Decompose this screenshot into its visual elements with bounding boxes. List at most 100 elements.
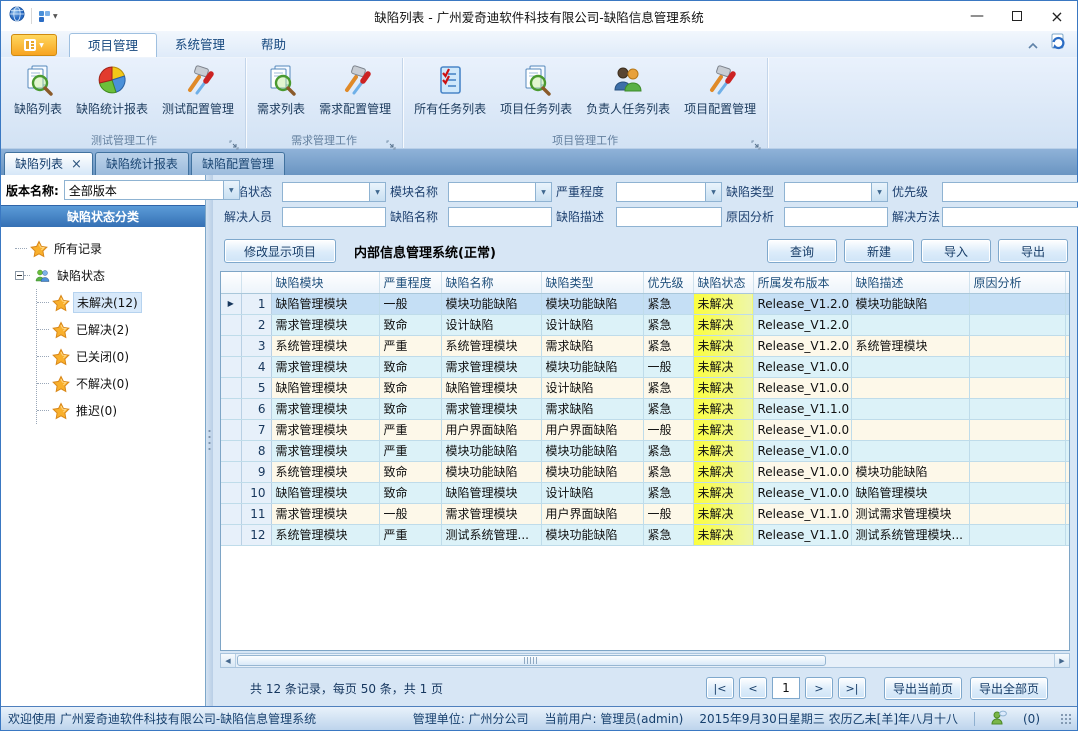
cell-col5[interactable]: 未解决	[693, 398, 753, 419]
row-number-cell[interactable]: 6	[241, 398, 271, 419]
cell-col1[interactable]: 严重	[379, 524, 441, 545]
scroll-left-icon[interactable]: ◀	[221, 654, 236, 667]
dialog-launcher-icon[interactable]	[386, 135, 396, 145]
cell-col0[interactable]: 系统管理模块	[271, 335, 379, 356]
new-button[interactable]: 新建	[844, 239, 914, 263]
modify-display-items-button[interactable]: 修改显示项目	[224, 239, 336, 263]
cell-col1[interactable]: 致命	[379, 377, 441, 398]
cell-col6[interactable]: Release_V1.1.0	[753, 398, 851, 419]
cell-col6[interactable]: Release_V1.0.0	[753, 482, 851, 503]
cell-col1[interactable]: 致命	[379, 461, 441, 482]
cell-col1[interactable]: 致命	[379, 398, 441, 419]
cell-col0[interactable]: 缺陷管理模块	[271, 482, 379, 503]
cell-col1[interactable]: 致命	[379, 356, 441, 377]
ribbon-tab-project-mgmt[interactable]: 项目管理	[69, 33, 157, 57]
maximize-button[interactable]	[997, 1, 1037, 31]
cell-col2[interactable]: 用户界面缺陷	[441, 419, 541, 440]
row-indicator-cell[interactable]	[221, 398, 241, 419]
filter-priority-input[interactable]	[943, 183, 1078, 201]
row-indicator-cell[interactable]	[221, 356, 241, 377]
table-row[interactable]: 3系统管理模块严重系统管理模块需求缺陷紧急未解决Release_V1.2.0系统…	[221, 335, 1070, 356]
cell-col1[interactable]: 严重	[379, 419, 441, 440]
cell-col4[interactable]: 紧急	[643, 440, 693, 461]
cell-col7[interactable]	[851, 356, 969, 377]
cell-col0[interactable]: 缺陷管理模块	[271, 293, 379, 314]
filter-module-name-combobox[interactable]: ▼	[448, 182, 552, 202]
cell-col7[interactable]: 缺陷管理模块	[851, 482, 969, 503]
cell-col1[interactable]: 严重	[379, 440, 441, 461]
row-number-cell[interactable]: 8	[241, 440, 271, 461]
row-indicator-cell[interactable]	[221, 524, 241, 545]
cell-col0[interactable]: 系统管理模块	[271, 461, 379, 482]
cell-col9[interactable]	[1065, 482, 1070, 503]
cell-col0[interactable]: 需求管理模块	[271, 419, 379, 440]
minimize-button[interactable]: —	[957, 1, 997, 31]
cell-col8[interactable]	[969, 314, 1065, 335]
filter-resolver-field[interactable]	[282, 207, 386, 227]
column-header-9[interactable]: 解决方法	[1065, 272, 1070, 293]
cell-col2[interactable]: 需求管理模块	[441, 503, 541, 524]
filter-defect-type-combobox[interactable]: ▼	[784, 182, 888, 202]
export-button[interactable]: 导出	[998, 239, 1068, 263]
close-tab-icon[interactable]: ×	[71, 158, 82, 171]
filter-defect-type-input[interactable]	[785, 183, 871, 201]
combo-dropdown-button[interactable]: ▼	[535, 183, 551, 201]
cell-col3[interactable]: 设计缺陷	[541, 482, 643, 503]
cell-col1[interactable]: 一般	[379, 503, 441, 524]
cell-col3[interactable]: 用户界面缺陷	[541, 503, 643, 524]
row-indicator-cell[interactable]: ▶	[221, 293, 241, 314]
cell-col3[interactable]: 设计缺陷	[541, 377, 643, 398]
cell-col5[interactable]: 未解决	[693, 524, 753, 545]
cell-col5[interactable]: 未解决	[693, 356, 753, 377]
sidebar-splitter[interactable]	[206, 175, 213, 706]
filter-severity-input[interactable]	[617, 183, 705, 201]
column-header-6[interactable]: 所属发布版本	[753, 272, 851, 293]
ribbon-button-test-config-mgmt[interactable]: 测试配置管理	[155, 61, 241, 131]
cell-col4[interactable]: 紧急	[643, 335, 693, 356]
cell-col6[interactable]: Release_V1.0.0	[753, 356, 851, 377]
row-number-cell[interactable]: 3	[241, 335, 271, 356]
cell-col4[interactable]: 紧急	[643, 524, 693, 545]
document-tab-defect-stats-report[interactable]: 缺陷统计报表	[95, 152, 189, 175]
cell-col8[interactable]	[969, 335, 1065, 356]
cell-col3[interactable]: 需求缺陷	[541, 398, 643, 419]
cell-col0[interactable]: 需求管理模块	[271, 314, 379, 335]
cell-col4[interactable]: 紧急	[643, 314, 693, 335]
cell-col6[interactable]: Release_V1.2.0	[753, 314, 851, 335]
scrollbar-thumb[interactable]	[237, 655, 826, 666]
cell-col8[interactable]	[969, 293, 1065, 314]
row-number-cell[interactable]: 9	[241, 461, 271, 482]
version-input[interactable]	[65, 181, 223, 199]
row-indicator-cell[interactable]	[221, 440, 241, 461]
cell-col5[interactable]: 未解决	[693, 335, 753, 356]
filter-defect-desc-input[interactable]	[617, 210, 721, 228]
cell-col7[interactable]: 模块功能缺陷	[851, 293, 969, 314]
tree-item-defect-status[interactable]: 缺陷状态	[15, 262, 205, 289]
cell-col0[interactable]: 需求管理模块	[271, 398, 379, 419]
cell-col0[interactable]: 需求管理模块	[271, 503, 379, 524]
row-number-cell[interactable]: 5	[241, 377, 271, 398]
column-header-3[interactable]: 缺陷类型	[541, 272, 643, 293]
filter-defect-name-input[interactable]	[449, 210, 551, 228]
cell-col7[interactable]	[851, 398, 969, 419]
column-header-0[interactable]: 缺陷模块	[271, 272, 379, 293]
ribbon-button-defect-list[interactable]: 缺陷列表	[7, 61, 69, 131]
close-button[interactable]: ×	[1037, 1, 1077, 31]
page-number-input[interactable]: 1	[772, 677, 800, 699]
cell-col8[interactable]	[969, 377, 1065, 398]
cell-col4[interactable]: 紧急	[643, 293, 693, 314]
cell-col6[interactable]: Release_V1.0.0	[753, 440, 851, 461]
table-row[interactable]: 10缺陷管理模块致命缺陷管理模块设计缺陷紧急未解决Release_V1.0.0缺…	[221, 482, 1070, 503]
cell-col2[interactable]: 测试系统管理...	[441, 524, 541, 545]
cell-col8[interactable]	[969, 419, 1065, 440]
cell-col7[interactable]	[851, 419, 969, 440]
cell-col7[interactable]: 测试系统管理模块...	[851, 524, 969, 545]
cell-col6[interactable]: Release_V1.0.0	[753, 377, 851, 398]
ribbon-button-requirement-list[interactable]: 需求列表	[250, 61, 312, 131]
cell-col1[interactable]: 致命	[379, 482, 441, 503]
filter-defect-status-combobox[interactable]: ▼	[282, 182, 386, 202]
application-menu-button[interactable]: ▼	[11, 34, 57, 56]
table-row[interactable]: 9系统管理模块致命模块功能缺陷模块功能缺陷紧急未解决Release_V1.0.0…	[221, 461, 1070, 482]
prev-page-button[interactable]: <	[739, 677, 767, 699]
filter-severity-combobox[interactable]: ▼	[616, 182, 722, 202]
